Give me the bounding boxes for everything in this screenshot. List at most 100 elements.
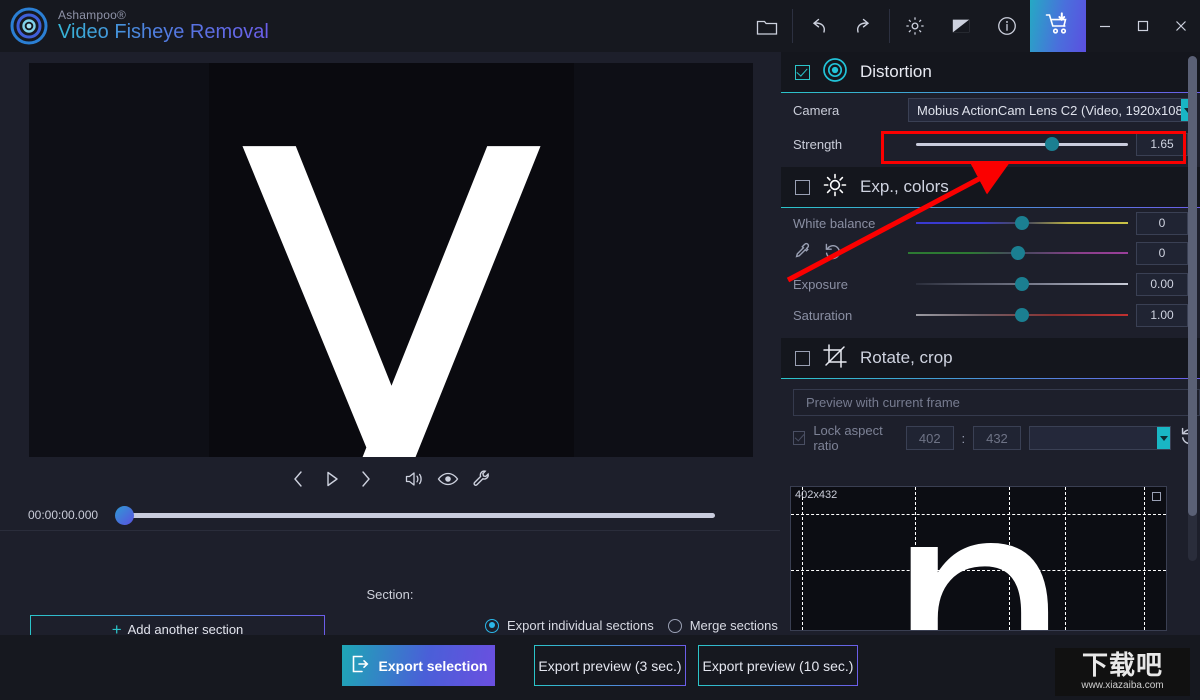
tools-button[interactable] (467, 465, 497, 493)
strength-slider[interactable] (916, 135, 1128, 153)
saturation-slider[interactable] (916, 306, 1128, 324)
rotate-crop-title: Rotate, crop (860, 348, 953, 367)
radio-label-export-individual-sections[interactable]: Export individual sections (507, 618, 654, 633)
panel-scrollbar-thumb[interactable] (1188, 56, 1197, 516)
exposure-label: Exposure (793, 276, 848, 292)
crop-gridline-vertical (1143, 487, 1145, 630)
contrast-icon (950, 16, 972, 36)
distortion-enable-checkbox[interactable] (795, 64, 810, 80)
radio-export-individual-sections[interactable] (485, 618, 499, 633)
exposure-row: Exposure 0.00 (781, 268, 1200, 300)
video-preview[interactable]: y (29, 63, 753, 457)
strength-row: Strength 1.65 (781, 127, 1200, 161)
brand-vendor: Ashampoo® (58, 8, 127, 23)
shopping-cart-download-icon (1044, 11, 1072, 42)
application-window: Ashampoo® Video Fisheye Removal y 00:00:… (0, 0, 1200, 700)
eyedropper-icon[interactable] (793, 241, 813, 266)
camera-label: Camera (793, 102, 840, 118)
strength-value-field[interactable]: 1.65 (1136, 132, 1188, 156)
strength-slider-thumb[interactable] (1044, 137, 1059, 151)
strength-label: Strength (793, 136, 843, 152)
exp-colors-body: White balance 0 0 Exposure 0.00 Saturati… (781, 208, 1200, 338)
saturation-value[interactable]: 1.00 (1136, 303, 1188, 327)
minimize-button[interactable] (1086, 0, 1124, 52)
export-mode-radio-group: Export individual sections Merge section… (485, 618, 778, 633)
sun-icon (822, 172, 848, 203)
export-preview-3sec-button[interactable]: Export preview (3 sec.) (534, 645, 686, 686)
exp-colors-enable-checkbox[interactable] (795, 179, 810, 195)
play-button[interactable] (317, 465, 347, 493)
reset-arrow-icon[interactable] (823, 241, 843, 266)
crop-handle[interactable] (1152, 492, 1161, 501)
info-button[interactable] (984, 0, 1030, 52)
crop-gridline-vertical (1008, 487, 1010, 630)
exposure-value[interactable]: 0.00 (1136, 272, 1188, 296)
horizontal-divider (0, 530, 780, 531)
redo-button[interactable] (841, 0, 887, 52)
panel-scrollbar[interactable] (1188, 56, 1197, 561)
title-bar: Ashampoo® Video Fisheye Removal (0, 0, 1200, 52)
undo-button[interactable] (795, 0, 841, 52)
target-eye-icon (822, 57, 848, 88)
distortion-body: Camera Mobius ActionCam Lens C2 (Video, … (781, 93, 1200, 167)
aspect-preset-select[interactable] (1028, 426, 1172, 450)
folder-icon (756, 17, 778, 36)
close-button[interactable] (1162, 0, 1200, 52)
radio-merge-sections[interactable] (667, 618, 682, 633)
buy-button[interactable] (1030, 0, 1086, 52)
camera-select[interactable]: Mobius ActionCam Lens C2 (Video, 1920x10… (908, 98, 1196, 122)
chevron-down-icon[interactable] (1157, 427, 1171, 449)
watermark-url: www.xiazaiba.com (1081, 680, 1164, 691)
export-selection-button[interactable]: Export selection (342, 645, 495, 686)
white-balance-tint-value[interactable]: 0 (1136, 241, 1188, 265)
rotate-crop-section-header: Rotate, crop (781, 338, 1200, 378)
open-folder-button[interactable] (744, 0, 790, 52)
exposure-thumb[interactable] (1015, 277, 1029, 291)
app-logo: Ashampoo® Video Fisheye Removal (0, 7, 269, 45)
white-balance-temp-thumb[interactable] (1015, 216, 1029, 230)
aspect-separator: : (961, 430, 966, 446)
crop-gridline-horizontal (791, 514, 1166, 516)
crop-gridline-vertical (802, 487, 804, 630)
aspect-height-field[interactable]: 432 (973, 426, 1021, 450)
exposure-slider[interactable] (916, 275, 1128, 293)
effects-panel: Distortion Camera Mobius ActionCam Lens … (781, 52, 1200, 635)
white-balance-temp-value[interactable]: 0 (1136, 211, 1188, 235)
white-balance-temp-slider[interactable] (916, 214, 1128, 232)
radio-label-merge-sections[interactable]: Merge sections (690, 618, 778, 633)
rotate-crop-enable-checkbox[interactable] (795, 350, 810, 366)
volume-button[interactable] (399, 465, 429, 493)
preview-with-current-frame-button[interactable]: Preview with current frame (793, 389, 1200, 416)
maximize-button[interactable] (1124, 0, 1162, 52)
aspect-width-field[interactable]: 402 (905, 426, 954, 450)
white-balance-tools (781, 238, 908, 268)
saturation-thumb[interactable] (1015, 308, 1029, 322)
timeline-row: 00:00:00.000 (0, 500, 780, 530)
contrast-button[interactable] (938, 0, 984, 52)
watermark-text: 下载吧 (1081, 651, 1163, 681)
lock-aspect-ratio-checkbox[interactable] (793, 431, 806, 445)
toolbar-divider (792, 9, 793, 43)
white-balance-tint-thumb[interactable] (1011, 246, 1025, 260)
timeline-thumb[interactable] (115, 505, 134, 525)
timeline-slider[interactable] (115, 505, 715, 525)
crop-preview[interactable]: 402x432 n (790, 486, 1167, 631)
info-circle-icon (996, 15, 1018, 37)
previous-frame-button[interactable] (283, 465, 313, 493)
export-preview-10sec-button[interactable]: Export preview (10 sec.) (698, 645, 858, 686)
crop-gridline-vertical (914, 487, 916, 630)
watermark: 下载吧 www.xiazaiba.com (1055, 648, 1190, 696)
strength-slider-track (916, 142, 1128, 146)
crop-frame-glyph: n (883, 487, 1073, 630)
settings-button[interactable] (892, 0, 938, 52)
camera-row: Camera Mobius ActionCam Lens C2 (Video, … (781, 93, 1200, 127)
crop-dimensions-label: 402x432 (795, 489, 838, 501)
next-frame-button[interactable] (351, 465, 381, 493)
crop-gridline-horizontal (791, 569, 1166, 571)
playback-controls (0, 465, 780, 493)
frame-content-glyph: y (225, 63, 558, 457)
preview-eye-button[interactable] (433, 465, 463, 493)
timecode-display: 00:00:00.000 (28, 508, 99, 522)
white-balance-tint-slider[interactable] (908, 244, 1128, 262)
gear-icon (904, 15, 926, 37)
